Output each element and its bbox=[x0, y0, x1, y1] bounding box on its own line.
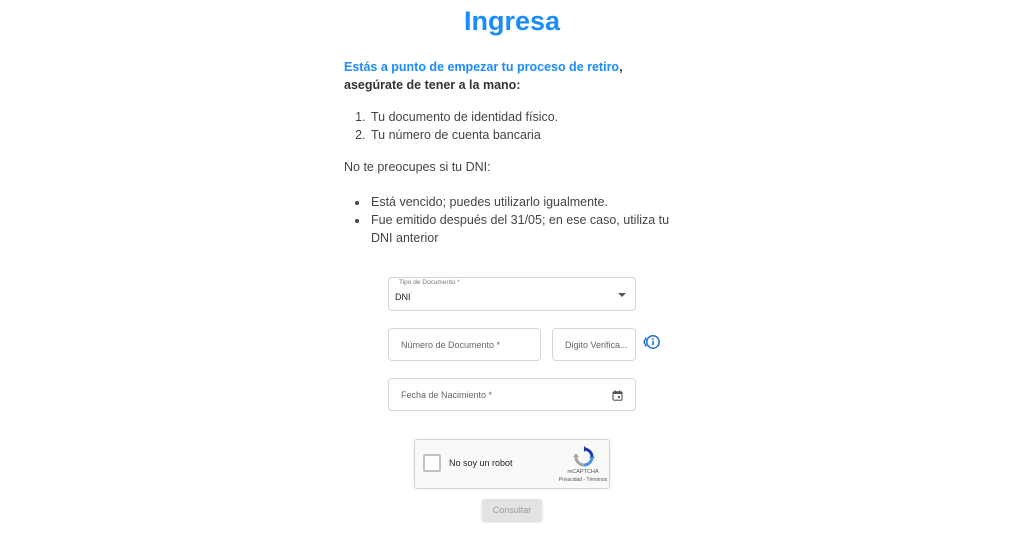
recaptcha-logo-icon bbox=[573, 446, 595, 467]
list-item: Tu número de cuenta bancaria bbox=[369, 126, 689, 144]
page-title: Ingresa bbox=[463, 6, 561, 36]
intro-text: Estás a punto de empezar tu proceso de r… bbox=[344, 58, 684, 94]
birth-date-input[interactable]: Fecha de Nacimiento * bbox=[388, 378, 636, 411]
document-type-label: Tipo de Documento * bbox=[399, 279, 460, 286]
dni-conditions-list: Está vencido; puedes utilizarlo igualmen… bbox=[344, 193, 689, 247]
recaptcha-widget: No soy un robot reCAPTCHA Privacidad - T… bbox=[414, 439, 610, 489]
list-item: Tu documento de identidad físico. bbox=[369, 108, 689, 126]
check-digit-placeholder: Digito Verifica... bbox=[565, 340, 628, 350]
consult-button[interactable]: Consultar bbox=[482, 499, 542, 521]
chevron-down-icon[interactable] bbox=[618, 293, 626, 297]
info-icon[interactable] bbox=[643, 334, 661, 350]
recaptcha-label: No soy un robot bbox=[449, 458, 513, 468]
document-type-value: DNI bbox=[395, 292, 411, 302]
recaptcha-links[interactable]: Privacidad - Términos bbox=[545, 477, 621, 483]
requirements-list: Tu documento de identidad físico. Tu núm… bbox=[344, 108, 689, 144]
dni-note: No te preocupes si tu DNI: bbox=[344, 160, 491, 174]
document-number-placeholder: Número de Documento * bbox=[401, 340, 501, 350]
check-digit-input[interactable]: Digito Verifica... bbox=[552, 328, 636, 361]
list-item: Fue emitido después del 31/05; en ese ca… bbox=[369, 211, 689, 247]
document-type-select[interactable]: Tipo de Documento * DNI bbox=[388, 277, 636, 311]
birth-date-placeholder: Fecha de Nacimiento * bbox=[401, 390, 493, 400]
page: Ingresa Estás a punto de empezar tu proc… bbox=[0, 0, 1024, 536]
list-item: Está vencido; puedes utilizarlo igualmen… bbox=[369, 193, 689, 211]
calendar-icon[interactable] bbox=[612, 390, 623, 401]
recaptcha-brand: reCAPTCHA bbox=[567, 469, 599, 475]
intro-highlight: Estás a punto de empezar tu proceso de r… bbox=[344, 60, 620, 74]
recaptcha-checkbox[interactable] bbox=[423, 454, 441, 472]
document-number-input[interactable]: Número de Documento * bbox=[388, 328, 541, 361]
